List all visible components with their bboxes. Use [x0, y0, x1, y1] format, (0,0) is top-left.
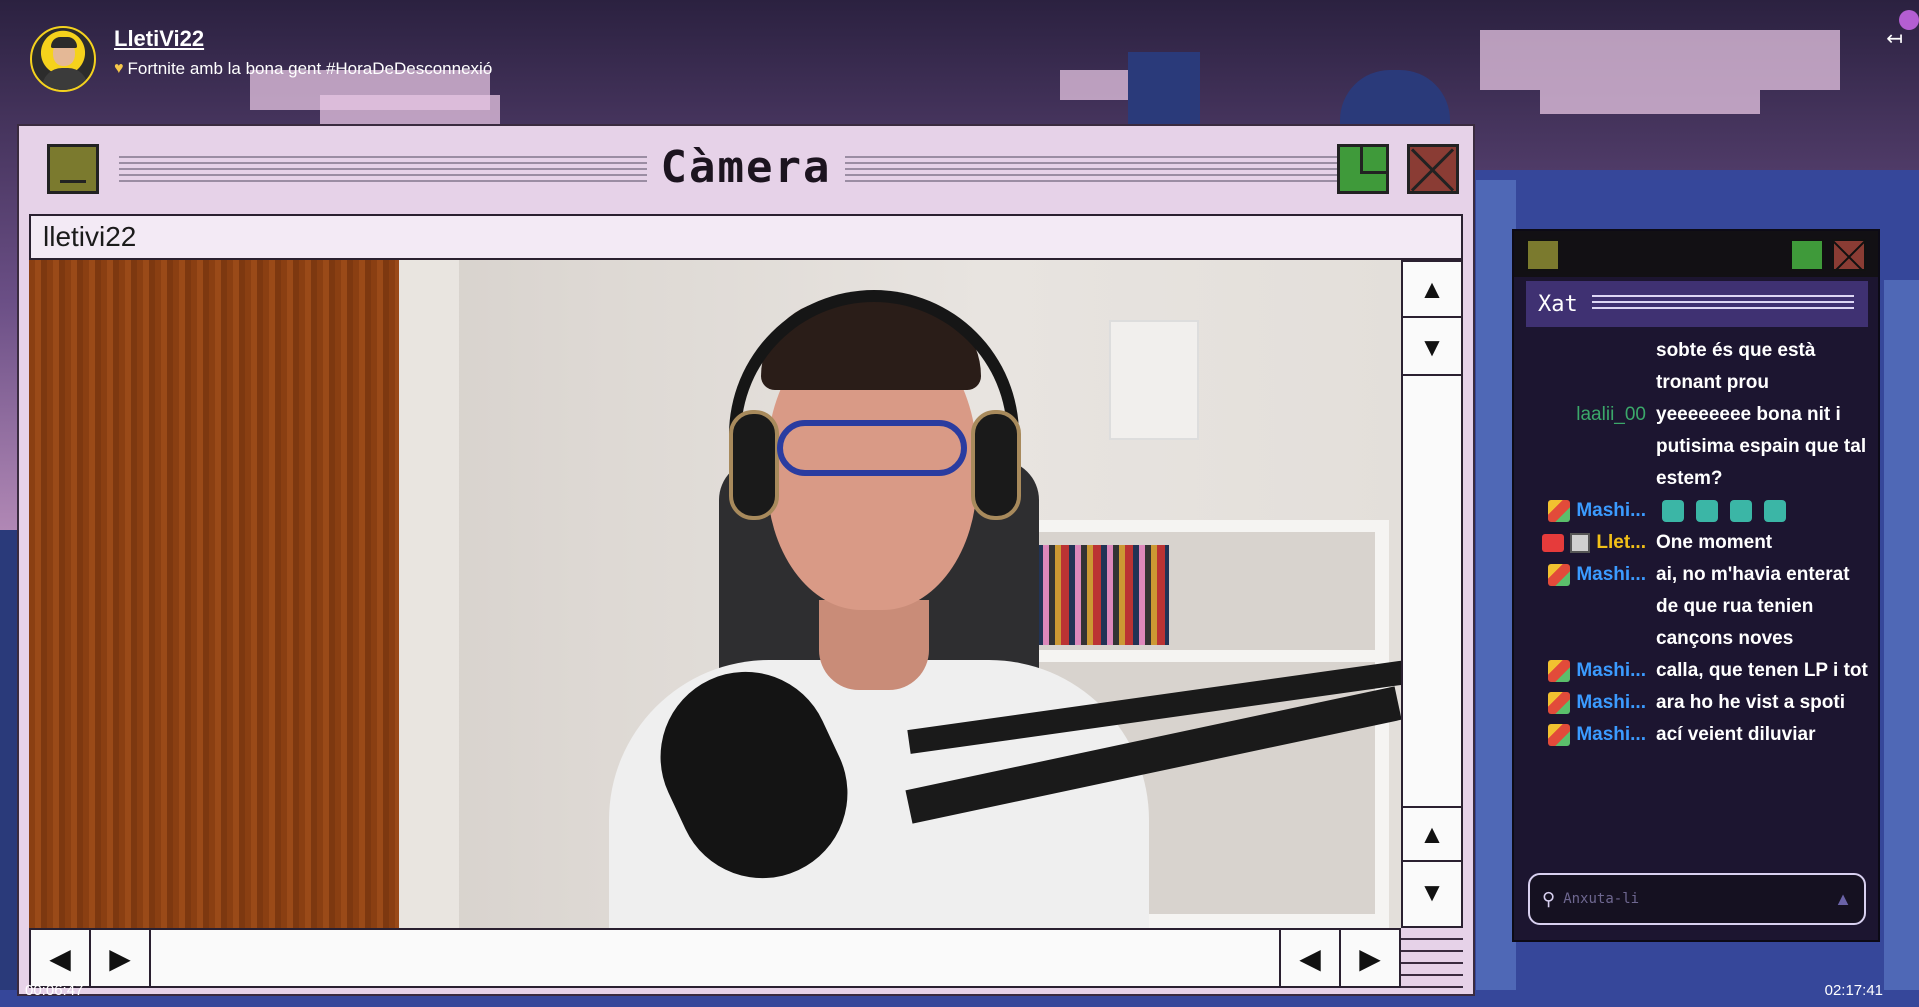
chat-message: Mashi... [1526, 495, 1874, 527]
chat-messages[interactable]: sobte és que està tronant prou laalii_00 y… [1526, 335, 1874, 835]
emote-icon [1764, 499, 1786, 522]
chat-message-text: ací veient diluviar [1656, 724, 1816, 745]
horizontal-scrollbar[interactable]: ◀ ▶ ◀ ▶ [29, 928, 1401, 988]
chat-message: Llet... One moment [1526, 527, 1874, 559]
chat-message-text: sobte és que està tronant prou [1656, 340, 1816, 393]
chat-minimize-button[interactable] [1526, 239, 1560, 271]
chat-message-author: Llet... [1526, 527, 1656, 559]
broadcaster-badge-icon [1542, 534, 1565, 552]
chat-username[interactable]: Mashi... [1576, 655, 1646, 687]
chat-message-text: yeeeeeeee bona nit i putisima espain que… [1656, 404, 1867, 489]
chat-message: Mashi... ara ho he vist a spoti [1526, 687, 1874, 719]
chat-message-author [1526, 335, 1656, 399]
send-icon[interactable]: ▲ [1834, 889, 1852, 910]
stream-title-text: Fortnite amb la bona gent #HoraDeDesconn… [127, 59, 493, 78]
camera-titlebar[interactable]: Càmera [19, 126, 1473, 212]
triangle-down-icon[interactable]: ▼ [1403, 864, 1461, 920]
emote-icon [1662, 499, 1684, 522]
chat-window: Xat sobte és que està tronant prou laalii… [1512, 229, 1880, 942]
clock-time: 02:17:41 [1824, 982, 1883, 999]
chat-message: Mashi... ai, no m'havia enterat de que ru… [1526, 559, 1874, 655]
emote-icon [1730, 499, 1752, 522]
chat-titlebar[interactable] [1514, 231, 1878, 277]
subscriber-badge-icon [1548, 660, 1571, 682]
triangle-left-icon[interactable]: ◀ [31, 930, 91, 986]
chat-message-text: calla, que tenen LP i tot [1656, 660, 1868, 681]
badge-icon [1570, 533, 1591, 553]
chat-message-author: Mashi... [1526, 687, 1656, 719]
chat-message-author: laalii_00 [1526, 399, 1656, 495]
chat-message-text: One moment [1656, 532, 1773, 553]
triangle-left-icon[interactable]: ◀ [1279, 930, 1339, 986]
chat-message: laalii_00 yeeeeeeee bona nit i putisima e… [1526, 399, 1874, 495]
chat-maximize-button[interactable] [1790, 239, 1824, 271]
chat-username[interactable]: Mashi... [1576, 559, 1646, 591]
chat-message: Mashi... calla, que tenen LP i tot [1526, 655, 1874, 687]
collapse-left-icon[interactable]: ↤ [1886, 26, 1903, 51]
subscriber-badge-icon [1548, 500, 1571, 522]
streamer-name-link[interactable]: LletiVi22 [114, 26, 492, 52]
chat-input[interactable] [1563, 891, 1835, 907]
chat-message: Mashi... ací veient diluviar [1526, 719, 1874, 751]
pin-icon: ⚲ [1542, 888, 1556, 909]
chat-message-text [1656, 495, 1874, 527]
maximize-button[interactable] [1337, 144, 1389, 194]
chat-username[interactable]: Mashi... [1576, 719, 1646, 751]
chat-message-author: Mashi... [1526, 495, 1656, 527]
chat-username[interactable]: Mashi... [1576, 687, 1646, 719]
camera-title: Càmera [19, 142, 1473, 193]
chat-username[interactable]: laalii_00 [1576, 399, 1646, 431]
camera-address-bar: lletivi22 [29, 214, 1463, 260]
subscriber-badge-icon [1548, 724, 1571, 746]
elapsed-time: 00:06:47 [25, 982, 84, 999]
close-button[interactable] [1407, 144, 1459, 194]
heart-icon: ♥ [114, 60, 124, 77]
emote-icon [1696, 499, 1718, 522]
avatar[interactable] [30, 26, 96, 92]
chat-message: sobte és que està tronant prou [1526, 335, 1874, 399]
chat-message-text: ara ho he vist a spoti [1656, 692, 1845, 713]
triangle-up-icon[interactable]: ▲ [1403, 262, 1461, 318]
stream-title: ♥ Fortnite amb la bona gent #HoraDeDesco… [114, 58, 492, 80]
chat-close-button[interactable] [1832, 239, 1866, 271]
chat-username[interactable]: Llet... [1596, 527, 1646, 559]
chat-title: Xat [1538, 291, 1578, 317]
camera-window: Càmera lletivi22 ▲ ▼ ▲ ▼ ◀ ▶ ◀ ▶ [17, 124, 1475, 996]
triangle-up-icon[interactable]: ▲ [1403, 806, 1461, 862]
chat-message-author: Mashi... [1526, 655, 1656, 687]
vertical-scrollbar[interactable]: ▲ ▼ ▲ ▼ [1401, 260, 1463, 928]
streamer-header: LletiVi22 ♥ Fortnite amb la bona gent #H… [30, 26, 492, 92]
minimize-button[interactable] [47, 144, 99, 194]
chat-message-text: ai, no m'havia enterat de que rua tenien… [1656, 564, 1850, 649]
triangle-down-icon[interactable]: ▼ [1403, 320, 1461, 376]
chat-username[interactable]: Mashi... [1576, 495, 1646, 527]
webcam-video[interactable] [29, 260, 1401, 928]
chat-header: Xat [1526, 281, 1868, 327]
chat-input-box[interactable]: ⚲ ▲ [1528, 873, 1866, 925]
triangle-right-icon[interactable]: ▶ [1339, 930, 1399, 986]
subscriber-badge-icon [1548, 564, 1571, 586]
chat-message-author: Mashi... [1526, 559, 1656, 655]
triangle-right-icon[interactable]: ▶ [91, 930, 151, 986]
resize-grip[interactable] [1401, 928, 1463, 988]
subscriber-badge-icon [1548, 692, 1571, 714]
chat-message-author: Mashi... [1526, 719, 1656, 751]
